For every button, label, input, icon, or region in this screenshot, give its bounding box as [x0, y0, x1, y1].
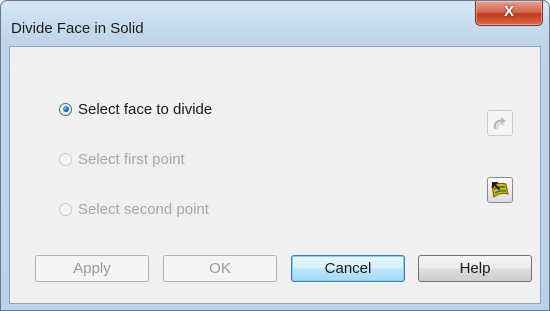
radio-select-first-point: Select first point — [59, 148, 185, 170]
radio-label-first-point: Select first point — [78, 150, 185, 168]
redo-button — [487, 110, 513, 136]
title-bar[interactable]: Divide Face in Solid X — [1, 1, 549, 39]
redo-arrow-icon — [493, 117, 506, 130]
radio-label-select-face: Select face to divide — [78, 100, 213, 118]
surface-select-button[interactable] — [487, 177, 513, 203]
window-title: Divide Face in Solid — [11, 20, 144, 37]
radio-select-face[interactable]: Select face to divide — [59, 98, 212, 120]
ok-button: OK — [163, 255, 277, 282]
radio-button-disabled — [59, 152, 72, 166]
cancel-button[interactable]: Cancel — [291, 255, 405, 282]
apply-button: Apply — [35, 255, 149, 282]
help-button[interactable]: Help — [418, 255, 532, 282]
close-button[interactable]: X — [475, 1, 543, 26]
radio-label-second-point: Select second point — [78, 200, 209, 218]
radio-button-disabled — [59, 202, 72, 216]
radio-select-second-point: Select second point — [59, 198, 209, 220]
dialog-body: Select face to divide Select first point… — [9, 46, 541, 304]
dialog-window: Divide Face in Solid X Select face to di… — [0, 0, 550, 311]
surface-select-icon — [491, 182, 509, 198]
radio-button-checked[interactable] — [59, 102, 72, 116]
